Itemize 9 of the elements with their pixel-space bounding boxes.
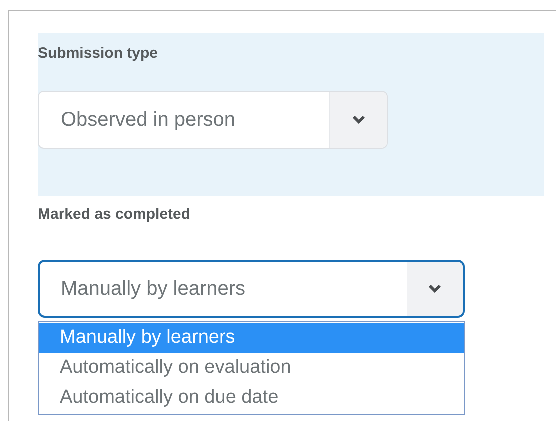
chevron-down-icon (428, 284, 442, 294)
field-label: Marked as completed (38, 205, 192, 225)
chevron-down-icon (352, 115, 366, 125)
dropdown-option[interactable]: Automatically on evaluation (39, 353, 464, 383)
dropdown[interactable]: Observed in person (38, 91, 388, 149)
field-label: Submission type (38, 44, 160, 64)
dropdown-option[interactable]: Automatically on due date (39, 383, 464, 413)
dropdown[interactable]: Manually by learners (38, 260, 465, 318)
dropdown-option[interactable]: Manually by learners (39, 323, 464, 353)
